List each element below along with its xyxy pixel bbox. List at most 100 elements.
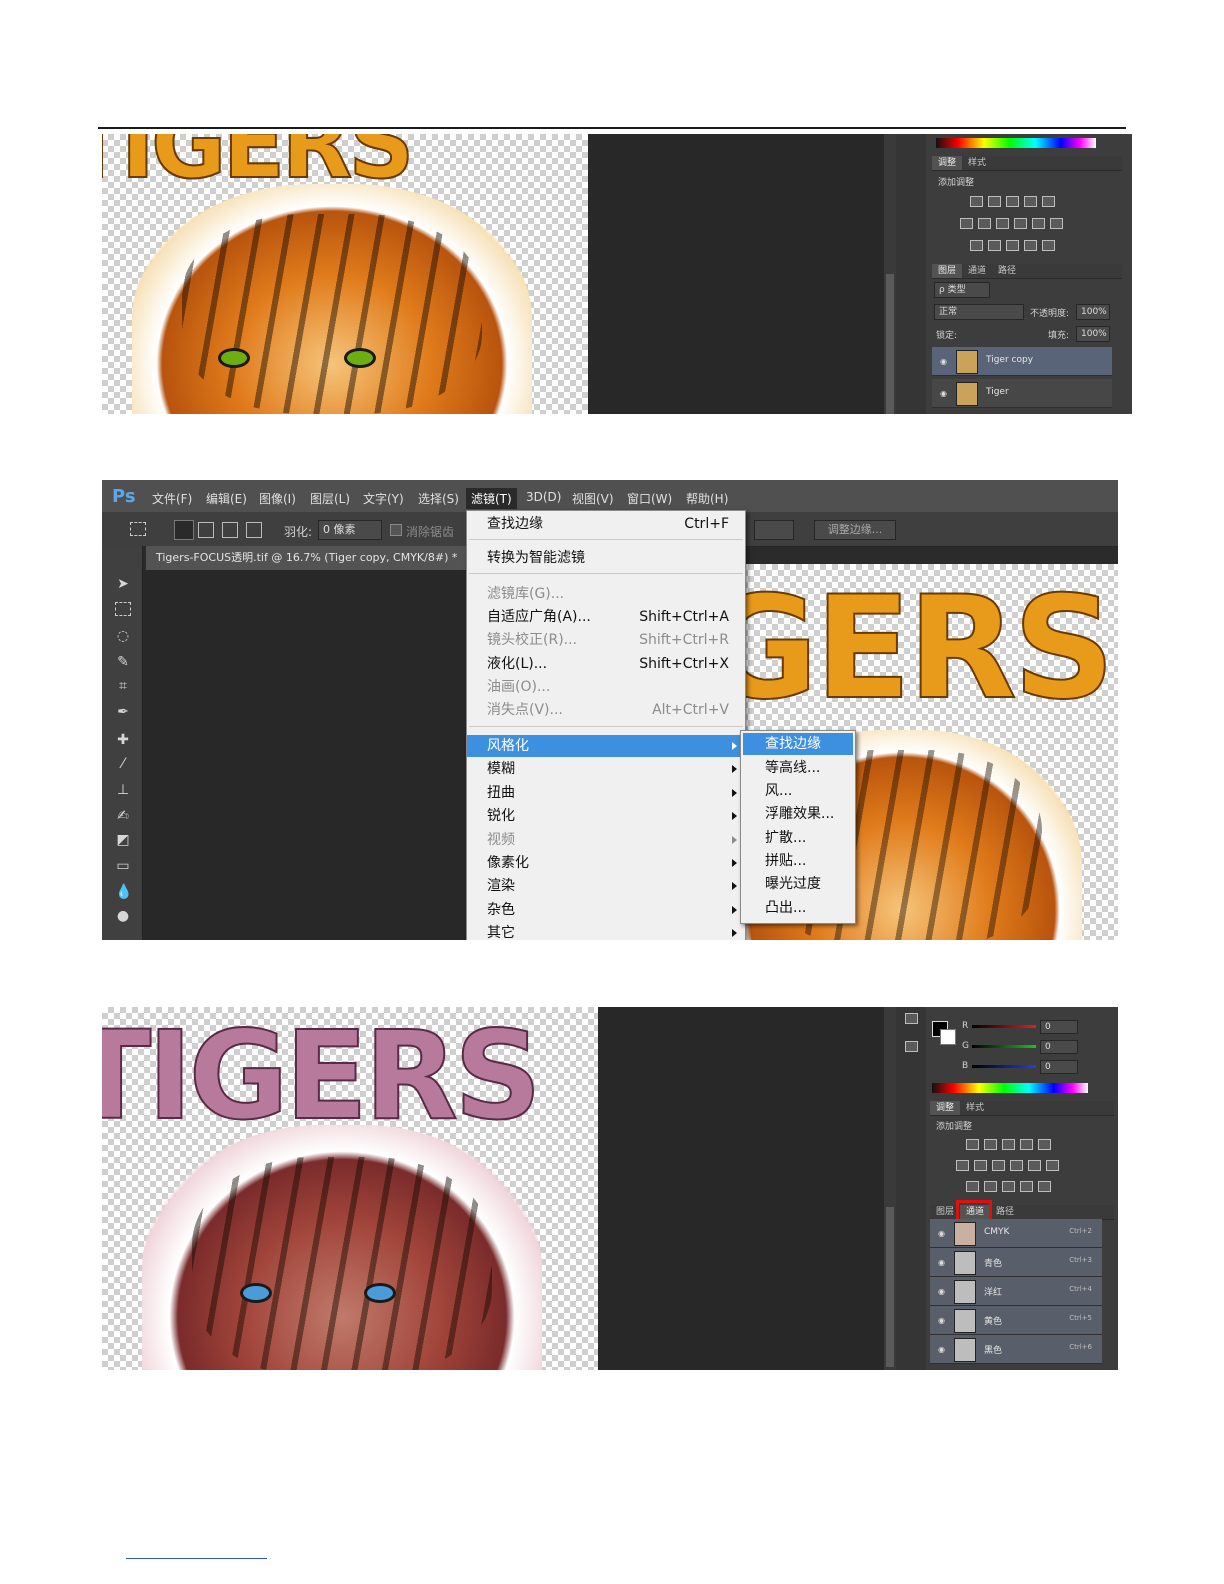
menu-layer[interactable]: 图层(L) (310, 490, 350, 507)
bw-icon[interactable] (992, 1160, 1005, 1171)
threshold-icon[interactable] (1006, 240, 1019, 251)
invert-icon[interactable] (970, 240, 983, 251)
menu-3d[interactable]: 3D(D) (526, 490, 561, 504)
lookup-icon[interactable] (1050, 218, 1063, 229)
menu-item-oil-paint[interactable]: 油画(O)... (467, 676, 745, 698)
layer-kind-filter[interactable]: ρ 类型 (934, 282, 990, 298)
menu-view[interactable]: 视图(V) (572, 490, 614, 507)
refine-edge-button[interactable]: 调整边缘... (814, 520, 896, 540)
menu-item-lens-correction[interactable]: 镜头校正(R)... Shift+Ctrl+R (467, 629, 745, 651)
menu-item-distort[interactable]: 扭曲 (467, 782, 745, 804)
channel-row[interactable]: ◉ 洋红 Ctrl+4 (930, 1277, 1102, 1306)
invert-icon[interactable] (966, 1181, 979, 1192)
background-color-swatch[interactable] (940, 1029, 956, 1045)
quick-selection-icon[interactable]: ✎ (115, 654, 131, 670)
fill-input[interactable]: 100% (1076, 326, 1110, 342)
move-tool-icon[interactable]: ➤ (115, 576, 131, 592)
threshold-icon[interactable] (1002, 1181, 1015, 1192)
green-value-input[interactable]: 0 (1040, 1040, 1078, 1054)
tab-styles[interactable]: 样式 (962, 156, 992, 170)
height-field[interactable] (754, 520, 794, 540)
menu-item-smart-filter[interactable]: 转换为智能滤镜 (467, 547, 745, 569)
balance-icon[interactable] (978, 218, 991, 229)
exposure-icon[interactable] (1024, 196, 1037, 207)
blend-mode-select[interactable]: 正常 (934, 304, 1024, 320)
photo-filter-icon[interactable] (1014, 218, 1027, 229)
visibility-eye-icon[interactable]: ◉ (940, 389, 947, 398)
menu-window[interactable]: 窗口(W) (627, 490, 672, 507)
healing-brush-icon[interactable]: ✚ (115, 732, 131, 748)
levels-icon[interactable] (988, 196, 1001, 207)
brush-tool-icon[interactable]: ⁄ (115, 756, 131, 772)
scrollbar-thumb[interactable] (886, 1207, 894, 1367)
tab-paths[interactable]: 路径 (992, 264, 1022, 278)
submenu-item-solarize[interactable]: 曝光过度 (741, 873, 855, 895)
brightness-icon[interactable] (970, 196, 983, 207)
menu-item-blur[interactable]: 模糊 (467, 758, 745, 780)
menu-item-stylize[interactable]: 风格化 (467, 735, 745, 757)
menu-item-sharpen[interactable]: 锐化 (467, 805, 745, 827)
photo-filter-icon[interactable] (1010, 1160, 1023, 1171)
channel-row[interactable]: ◉ 黄色 Ctrl+5 (930, 1306, 1102, 1335)
channel-row[interactable]: ◉ CMYK Ctrl+2 (930, 1219, 1102, 1248)
dodge-tool-icon[interactable]: ● (115, 908, 131, 924)
menu-item-vanishing-point[interactable]: 消失点(V)... Alt+Ctrl+V (467, 699, 745, 721)
scrollbar-thumb[interactable] (886, 274, 894, 414)
color-spectrum[interactable] (932, 1083, 1088, 1093)
crop-tool-icon[interactable]: ⌗ (115, 678, 131, 694)
mixer-icon[interactable] (1032, 218, 1045, 229)
menu-item-other[interactable]: 其它 (467, 922, 745, 940)
tab-paths[interactable]: 路径 (990, 1205, 1020, 1219)
visibility-eye-icon[interactable]: ◉ (938, 1287, 945, 1296)
clone-stamp-icon[interactable]: ⊥ (115, 782, 131, 798)
hue-icon[interactable] (960, 218, 973, 229)
antialias-checkbox[interactable] (390, 524, 402, 536)
submenu-item-find-edges[interactable]: 查找边缘 (743, 733, 853, 755)
visibility-eye-icon[interactable]: ◉ (938, 1258, 945, 1267)
menu-image[interactable]: 图像(I) (259, 490, 296, 507)
menu-select[interactable]: 选择(S) (418, 490, 459, 507)
feather-input[interactable]: 0 像素 (318, 520, 382, 540)
visibility-eye-icon[interactable]: ◉ (938, 1345, 945, 1354)
menu-edit[interactable]: 编辑(E) (206, 490, 247, 507)
menu-item-render[interactable]: 渲染 (467, 875, 745, 897)
hue-icon[interactable] (956, 1160, 969, 1171)
selective-color-icon[interactable] (1024, 240, 1037, 251)
mixer-icon[interactable] (1028, 1160, 1041, 1171)
gradient-tool-icon[interactable]: ▭ (115, 858, 131, 874)
menu-filter[interactable]: 滤镜(T) (466, 488, 517, 509)
submenu-item-tiles[interactable]: 拼贴... (741, 850, 855, 872)
blur-tool-icon[interactable]: 💧 (115, 884, 132, 900)
menu-item-noise[interactable]: 杂色 (467, 899, 745, 921)
red-slider[interactable] (972, 1025, 1036, 1028)
visibility-eye-icon[interactable]: ◉ (940, 357, 947, 366)
submenu-item-wind[interactable]: 风... (741, 780, 855, 802)
gradient-map-icon[interactable] (1042, 240, 1055, 251)
layer-row[interactable]: ◉ Tiger copy (932, 347, 1112, 376)
tab-styles[interactable]: 样式 (960, 1101, 990, 1115)
visibility-eye-icon[interactable]: ◉ (938, 1316, 945, 1325)
channel-row[interactable]: ◉ 青色 Ctrl+3 (930, 1248, 1102, 1277)
channel-row[interactable]: ◉ 黑色 Ctrl+6 (930, 1335, 1102, 1364)
posterize-icon[interactable] (984, 1181, 997, 1192)
brightness-icon[interactable] (966, 1139, 979, 1150)
blue-value-input[interactable]: 0 (1040, 1060, 1078, 1074)
vibrance-icon[interactable] (1042, 196, 1055, 207)
green-slider[interactable] (972, 1045, 1036, 1048)
document-tab[interactable]: Tigers-FOCUS透明.tif @ 16.7% (Tiger copy, … (146, 546, 468, 570)
gradient-map-icon[interactable] (1038, 1181, 1051, 1192)
eraser-tool-icon[interactable]: ◩ (115, 832, 131, 848)
lookup-icon[interactable] (1046, 1160, 1059, 1171)
add-selection-icon[interactable] (198, 522, 214, 538)
menu-item-last-filter[interactable]: 查找边缘 Ctrl+F (467, 513, 745, 535)
submenu-item-emboss[interactable]: 浮雕效果... (741, 803, 855, 825)
blue-slider[interactable] (972, 1065, 1036, 1068)
layer-row[interactable]: ◉ Tiger (932, 379, 1112, 408)
submenu-item-diffuse[interactable]: 扩散... (741, 827, 855, 849)
menu-item-liquify[interactable]: 液化(L)... Shift+Ctrl+X (467, 653, 745, 675)
curves-icon[interactable] (1006, 196, 1019, 207)
submenu-item-extrude[interactable]: 凸出... (741, 897, 855, 919)
levels-icon[interactable] (984, 1139, 997, 1150)
exposure-icon[interactable] (1020, 1139, 1033, 1150)
bw-icon[interactable] (996, 218, 1009, 229)
